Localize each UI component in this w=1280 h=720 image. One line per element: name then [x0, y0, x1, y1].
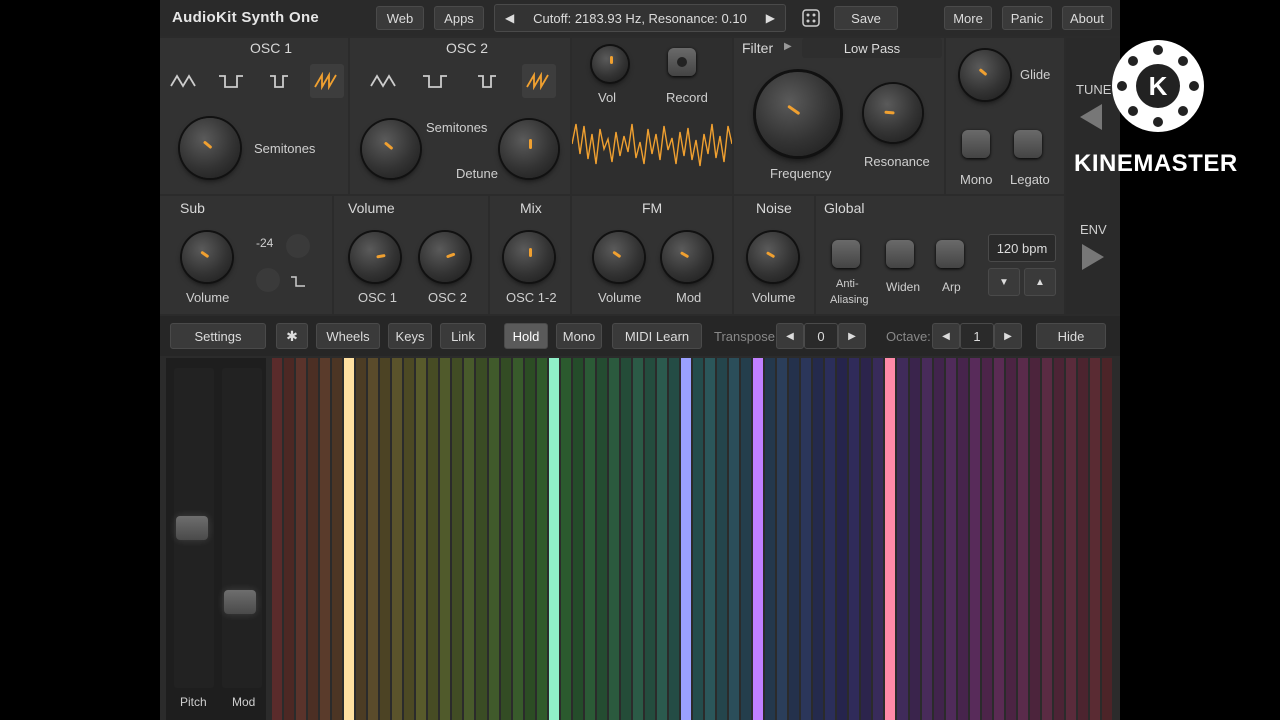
piano-key[interactable] [296, 358, 307, 720]
piano-key[interactable] [632, 358, 643, 720]
piano-key[interactable] [308, 358, 319, 720]
piano-key[interactable] [897, 358, 908, 720]
piano-key[interactable] [969, 358, 980, 720]
piano-key[interactable] [620, 358, 631, 720]
piano-key[interactable] [404, 358, 415, 720]
osc1-semitones-knob[interactable] [180, 118, 240, 178]
kinemaster-brand: KINEMASTER [1074, 150, 1238, 177]
piano-key[interactable] [1101, 358, 1112, 720]
svg-text:K: K [1149, 71, 1168, 101]
piano-key[interactable] [368, 358, 379, 720]
piano-key[interactable] [933, 358, 944, 720]
piano-key[interactable] [1065, 358, 1076, 720]
piano-key[interactable] [957, 358, 968, 720]
piano-key[interactable] [993, 358, 1004, 720]
sub-volume-knob[interactable] [182, 232, 232, 282]
piano-key[interactable] [753, 358, 764, 720]
piano-key[interactable] [1005, 358, 1016, 720]
piano-key[interactable] [680, 358, 691, 720]
piano-key[interactable] [272, 358, 283, 720]
piano-key[interactable] [1017, 358, 1028, 720]
piano-key[interactable] [741, 358, 752, 720]
settings-button[interactable]: Settings [170, 323, 266, 349]
piano-key[interactable] [344, 358, 355, 720]
wheels-area: Pitch Mod [166, 358, 266, 720]
piano-key[interactable] [608, 358, 619, 720]
piano-key[interactable] [1077, 358, 1088, 720]
piano-key[interactable] [572, 358, 583, 720]
piano-key[interactable] [464, 358, 475, 720]
piano-key[interactable] [1041, 358, 1052, 720]
mod-label: Mod [232, 695, 256, 709]
piano-key[interactable] [476, 358, 487, 720]
piano-key[interactable] [284, 358, 295, 720]
piano-key[interactable] [945, 358, 956, 720]
piano-key[interactable] [356, 358, 367, 720]
piano-key[interactable] [1089, 358, 1100, 720]
piano-key[interactable] [789, 358, 800, 720]
piano-key[interactable] [885, 358, 896, 720]
piano-key[interactable] [560, 358, 571, 720]
piano-key[interactable] [656, 358, 667, 720]
piano-key[interactable] [668, 358, 679, 720]
piano-key[interactable] [548, 358, 559, 720]
piano-key[interactable] [849, 358, 860, 720]
piano-key[interactable] [873, 358, 884, 720]
sine-wave-icon[interactable] [166, 64, 200, 98]
piano-key[interactable] [320, 358, 331, 720]
piano-key[interactable] [644, 358, 655, 720]
square-wave-icon[interactable] [214, 64, 248, 98]
piano-key[interactable] [837, 358, 848, 720]
piano-key[interactable] [416, 358, 427, 720]
piano-key[interactable] [452, 358, 463, 720]
piano-key[interactable] [488, 358, 499, 720]
pitch-wheel-thumb[interactable] [176, 516, 208, 540]
piano-key[interactable] [729, 358, 740, 720]
kinemaster-logo-icon: K [1112, 40, 1204, 132]
piano-key[interactable] [861, 358, 872, 720]
piano-key[interactable] [813, 358, 824, 720]
sub-title: Sub [180, 200, 205, 216]
piano-key[interactable] [500, 358, 511, 720]
piano-key[interactable] [717, 358, 728, 720]
piano-key[interactable] [1053, 358, 1064, 720]
piano-key[interactable] [584, 358, 595, 720]
piano-key[interactable] [380, 358, 391, 720]
piano-key[interactable] [909, 358, 920, 720]
mod-wheel[interactable] [222, 368, 262, 688]
piano-key[interactable] [428, 358, 439, 720]
piano-key[interactable] [921, 358, 932, 720]
piano-key[interactable] [825, 358, 836, 720]
piano-key[interactable] [981, 358, 992, 720]
sub-volume-label: Volume [186, 290, 230, 305]
sub-octave-label: -24 [256, 236, 274, 250]
piano-key[interactable] [596, 358, 607, 720]
piano-key[interactable] [801, 358, 812, 720]
piano-key[interactable] [777, 358, 788, 720]
piano-key[interactable] [524, 358, 535, 720]
piano-key[interactable] [536, 358, 547, 720]
piano-key[interactable] [512, 358, 523, 720]
keyboard [272, 0, 1114, 720]
mod-wheel-thumb[interactable] [224, 590, 256, 614]
synth-app: AudioKit Synth One Web Apps ◀ Cutoff: 21… [160, 0, 1120, 720]
piano-key[interactable] [1029, 358, 1040, 720]
piano-key[interactable] [440, 358, 451, 720]
pitch-label: Pitch [180, 695, 207, 709]
piano-key[interactable] [765, 358, 776, 720]
piano-key[interactable] [332, 358, 343, 720]
kinemaster-watermark: K KINEMASTER [1072, 38, 1272, 188]
piano-key[interactable] [693, 358, 704, 720]
pitch-wheel[interactable] [174, 368, 214, 688]
piano-key[interactable] [392, 358, 403, 720]
piano-key[interactable] [705, 358, 716, 720]
